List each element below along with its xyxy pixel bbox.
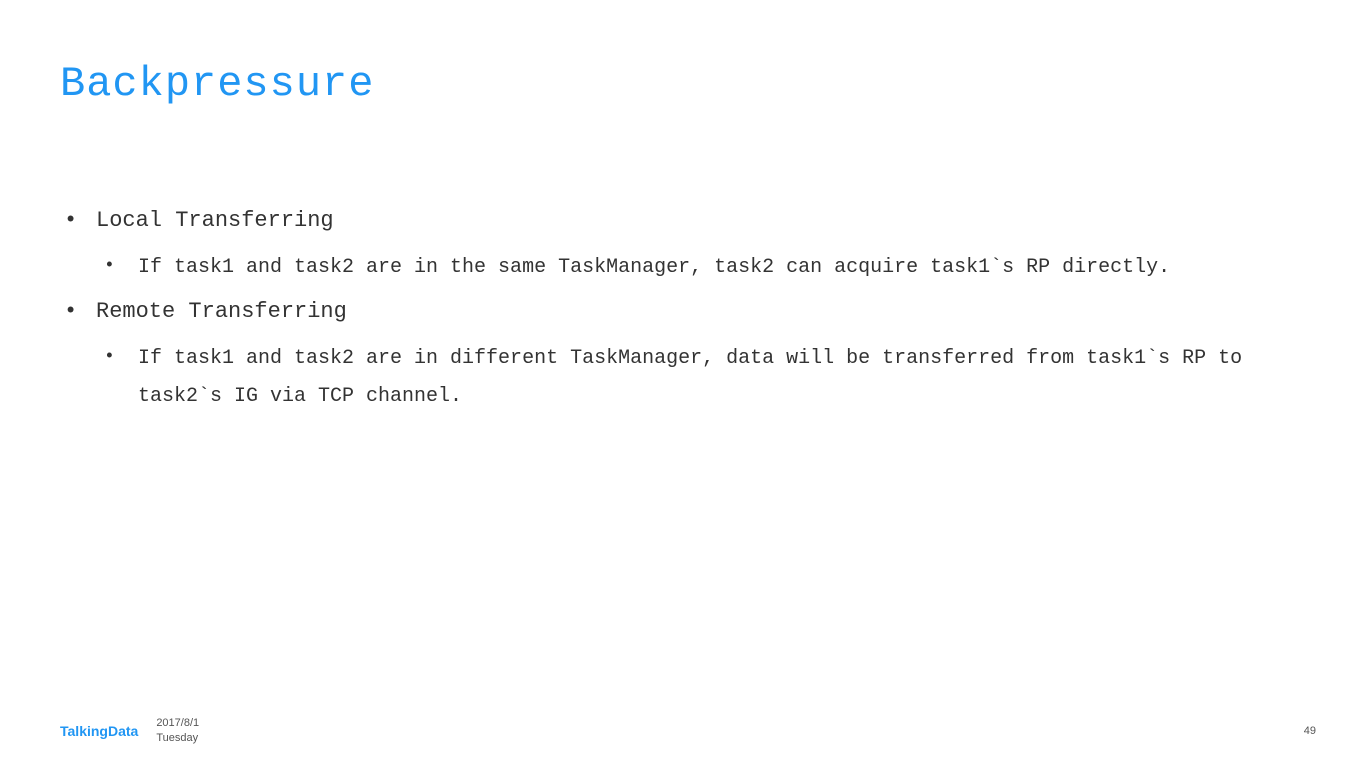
footer: TalkingData 2017/8/1 Tuesday	[60, 716, 199, 745]
bullet-item: Remote Transferring If task1 and task2 a…	[60, 299, 1304, 416]
footer-day: Tuesday	[156, 731, 199, 745]
page-number: 49	[1304, 725, 1316, 737]
sub-bullet-list: If task1 and task2 are in different Task…	[96, 340, 1304, 416]
footer-date: 2017/8/1	[156, 716, 199, 730]
bullet-heading: Remote Transferring	[96, 299, 347, 324]
bullet-item: Local Transferring If task1 and task2 ar…	[60, 208, 1304, 287]
sub-bullet-list: If task1 and task2 are in the same TaskM…	[96, 249, 1304, 287]
bullet-heading: Local Transferring	[96, 208, 334, 233]
logo: TalkingData	[60, 723, 138, 739]
bullet-list: Local Transferring If task1 and task2 ar…	[60, 208, 1304, 416]
date-block: 2017/8/1 Tuesday	[156, 716, 199, 745]
sub-bullet-item: If task1 and task2 are in different Task…	[96, 340, 1304, 416]
slide-container: Backpressure Local Transferring If task1…	[0, 0, 1364, 767]
slide-title: Backpressure	[60, 60, 1304, 108]
content-area: Local Transferring If task1 and task2 ar…	[60, 208, 1304, 416]
sub-bullet-item: If task1 and task2 are in the same TaskM…	[96, 249, 1304, 287]
